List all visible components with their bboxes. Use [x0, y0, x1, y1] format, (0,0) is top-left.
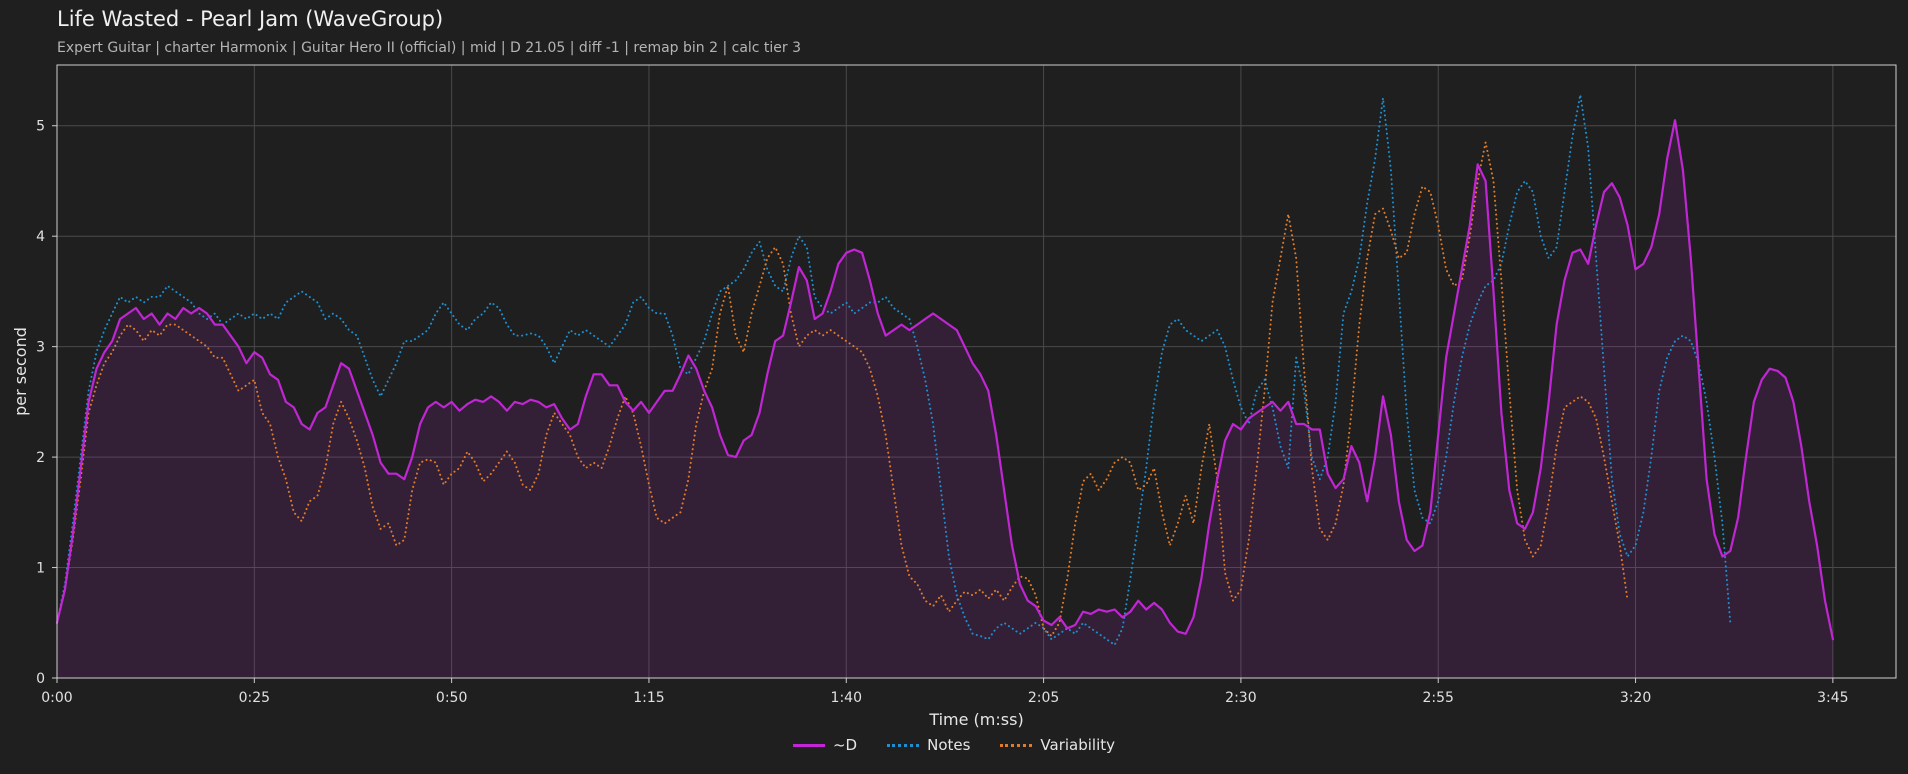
x-tick-label-0: 0:00 — [41, 690, 72, 706]
x-axis-ticks: 0:00 0:25 0:50 1:15 1:40 2:05 2:30 2:55 3:20 3:45 — [41, 678, 1849, 706]
y-axis-label: per second — [11, 327, 30, 416]
x-tick-label-3: 1:15 — [633, 690, 664, 706]
legend-item-d: ~D — [792, 736, 858, 754]
y-tick-label-2: 2 — [36, 450, 45, 466]
x-tick-label-1: 0:25 — [239, 690, 270, 706]
x-tick-label-5: 2:05 — [1028, 690, 1059, 706]
x-axis-label: Time (m:ss) — [928, 710, 1023, 729]
legend-label-notes: Notes — [927, 736, 971, 754]
line-chart: 0:00 0:25 0:50 1:15 1:40 2:05 2:30 2:55 3:20 3:45… — [11, 64, 1897, 729]
legend-label-d: ~D — [832, 736, 858, 754]
legend-swatch-d — [792, 743, 825, 747]
x-tick-label-4: 1:40 — [831, 690, 862, 706]
y-tick-label-1: 1 — [36, 561, 45, 577]
legend-label-variability: Variability — [1040, 736, 1116, 754]
legend-item-notes: Notes — [887, 736, 970, 754]
x-tick-label-2: 0:50 — [436, 690, 467, 706]
x-tick-label-7: 2:55 — [1422, 690, 1453, 706]
x-tick-label-9: 3:45 — [1817, 690, 1848, 706]
legend-item-variability: Variability — [1000, 736, 1115, 754]
series-layer — [55, 93, 1834, 678]
legend: ~D Notes Variability — [0, 736, 1908, 754]
y-tick-label-5: 5 — [36, 119, 45, 135]
x-tick-label-8: 3:20 — [1620, 690, 1651, 706]
y-tick-label-3: 3 — [36, 340, 45, 356]
y-axis-ticks: 0 1 2 3 4 5 — [36, 119, 57, 687]
y-tick-label-4: 4 — [36, 229, 45, 245]
series-area-d — [57, 120, 1833, 678]
legend-swatch-variability — [1000, 743, 1033, 747]
legend-swatch-notes — [887, 743, 920, 747]
x-tick-label-6: 2:30 — [1225, 690, 1256, 706]
y-tick-label-0: 0 — [36, 671, 45, 687]
